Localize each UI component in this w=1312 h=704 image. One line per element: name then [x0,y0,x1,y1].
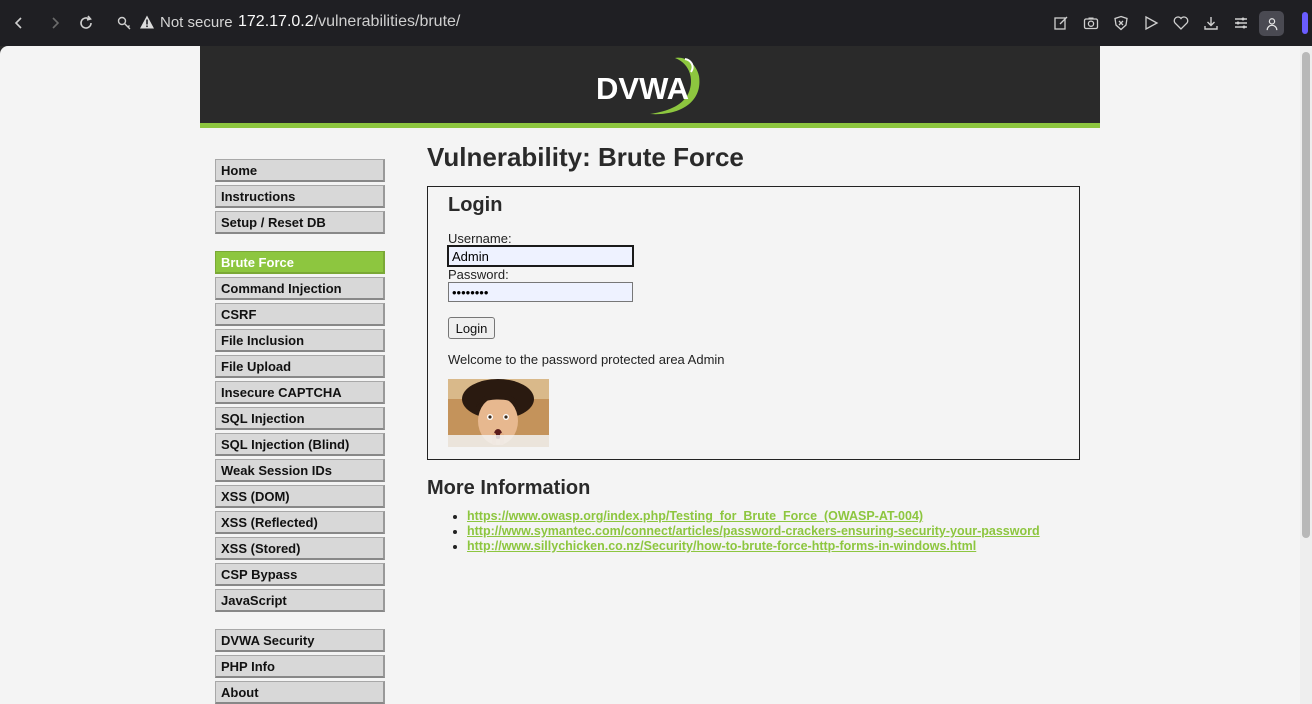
menu-item-command-injection[interactable]: Command Injection [215,277,385,300]
password-input[interactable] [448,282,633,302]
reload-icon [80,15,92,29]
sidebar-menu: Home Instructions Setup / Reset DB Brute F… [215,159,385,704]
url-path: /vulnerabilities/brute/ [313,13,461,30]
security-status-label[interactable]: Not secure [160,14,233,31]
edit-button[interactable] [1051,13,1071,33]
profile-button[interactable] [1259,11,1284,36]
warning-icon [140,15,154,29]
menu-group-vulnerabilities: Brute Force Command Injection CSRF File Inc… [215,251,385,612]
menu-item-dvwa-security[interactable]: DVWA Security [215,629,385,652]
back-button[interactable] [8,12,30,34]
menu-item-xss-dom[interactable]: XSS (DOM) [215,485,385,508]
player-button[interactable] [1141,13,1161,33]
favorites-button[interactable] [1171,13,1191,33]
menu-item-weak-session-ids[interactable]: Weak Session IDs [215,459,385,482]
list-item: http://www.sillychicken.co.nz/Security/h… [467,539,1080,554]
list-item: http://www.symantec.com/connect/articles… [467,524,1080,539]
logo-text: DVWA [596,71,689,106]
reference-link[interactable]: http://www.symantec.com/connect/articles… [467,524,1040,538]
sliders-icon [1235,17,1247,29]
menu-item-php-info[interactable]: PHP Info [215,655,385,678]
sidebar-toggle[interactable] [1302,12,1308,34]
menu-item-csp-bypass[interactable]: CSP Bypass [215,563,385,586]
main-content: Vulnerability: Brute Force Login Usernam… [427,142,1080,554]
user-icon [1266,17,1277,30]
page-title: Vulnerability: Brute Force [427,142,744,172]
menu-item-setup-reset-db[interactable]: Setup / Reset DB [215,211,385,234]
menu-group-general: Home Instructions Setup / Reset DB [215,159,385,234]
username-input[interactable] [447,245,634,267]
address-bar[interactable]: 172.17.0.2/vulnerabilities/brute/ [238,13,460,31]
heart-icon [1173,16,1189,30]
dvwa-logo: DVWA [596,57,700,115]
menu-item-brute-force[interactable]: Brute Force [215,251,385,274]
arrow-right-icon [52,17,60,29]
menu-item-home[interactable]: Home [215,159,385,182]
menu-item-javascript[interactable]: JavaScript [215,589,385,612]
more-information-heading: More Information [427,477,591,499]
username-label: Username: [448,231,512,246]
more-information-links: https://www.owasp.org/index.php/Testing_… [467,509,1080,554]
camera-icon [1083,17,1099,30]
menu-item-instructions[interactable]: Instructions [215,185,385,208]
play-icon [1145,15,1159,31]
menu-group-settings: DVWA Security PHP Info About [215,629,385,704]
snapshot-button[interactable] [1081,13,1101,33]
login-panel: Login Username: Password: Login Welcome … [427,186,1080,460]
browser-toolbar: Not secure 172.17.0.2/vulnerabilities/br… [0,0,1312,46]
site-header: DVWA [200,46,1100,128]
adblock-button[interactable] [1111,13,1131,33]
downloads-button[interactable] [1201,13,1221,33]
menu-item-file-upload[interactable]: File Upload [215,355,385,378]
list-item: https://www.owasp.org/index.php/Testing_… [467,509,1080,524]
menu-item-about[interactable]: About [215,681,385,704]
reference-link[interactable]: http://www.sillychicken.co.nz/Security/h… [467,539,976,553]
dvwa-container: DVWA Home Instructions Setup / Reset DB Br… [200,46,1100,704]
menu-item-csrf[interactable]: CSRF [215,303,385,326]
forward-button[interactable] [44,12,66,34]
edit-icon [1054,16,1068,30]
login-heading: Login [448,194,503,216]
reference-link[interactable]: https://www.owasp.org/index.php/Testing_… [467,509,923,523]
download-icon [1204,17,1218,30]
site-info-icon[interactable] [116,14,134,32]
menu-item-xss-reflected[interactable]: XSS (Reflected) [215,511,385,534]
page-viewport: DVWA Home Instructions Setup / Reset DB Br… [0,46,1312,704]
arrow-left-icon [14,17,22,29]
menu-item-xss-stored[interactable]: XSS (Stored) [215,537,385,560]
menu-item-insecure-captcha[interactable]: Insecure CAPTCHA [215,381,385,404]
menu-button[interactable] [1231,13,1251,33]
user-avatar-image [448,379,549,447]
menu-item-file-inclusion[interactable]: File Inclusion [215,329,385,352]
scrollbar[interactable] [1300,46,1312,704]
scrollbar-thumb[interactable] [1302,52,1310,538]
password-label: Password: [448,267,509,282]
menu-item-sql-injection[interactable]: SQL Injection [215,407,385,430]
shield-x-icon [1114,15,1128,31]
url-host: 172.17.0.2 [238,13,314,30]
login-button[interactable]: Login [448,317,495,339]
reload-button[interactable] [75,12,97,34]
welcome-message: Welcome to the password protected area A… [448,352,725,367]
menu-item-sql-injection-blind[interactable]: SQL Injection (Blind) [215,433,385,456]
